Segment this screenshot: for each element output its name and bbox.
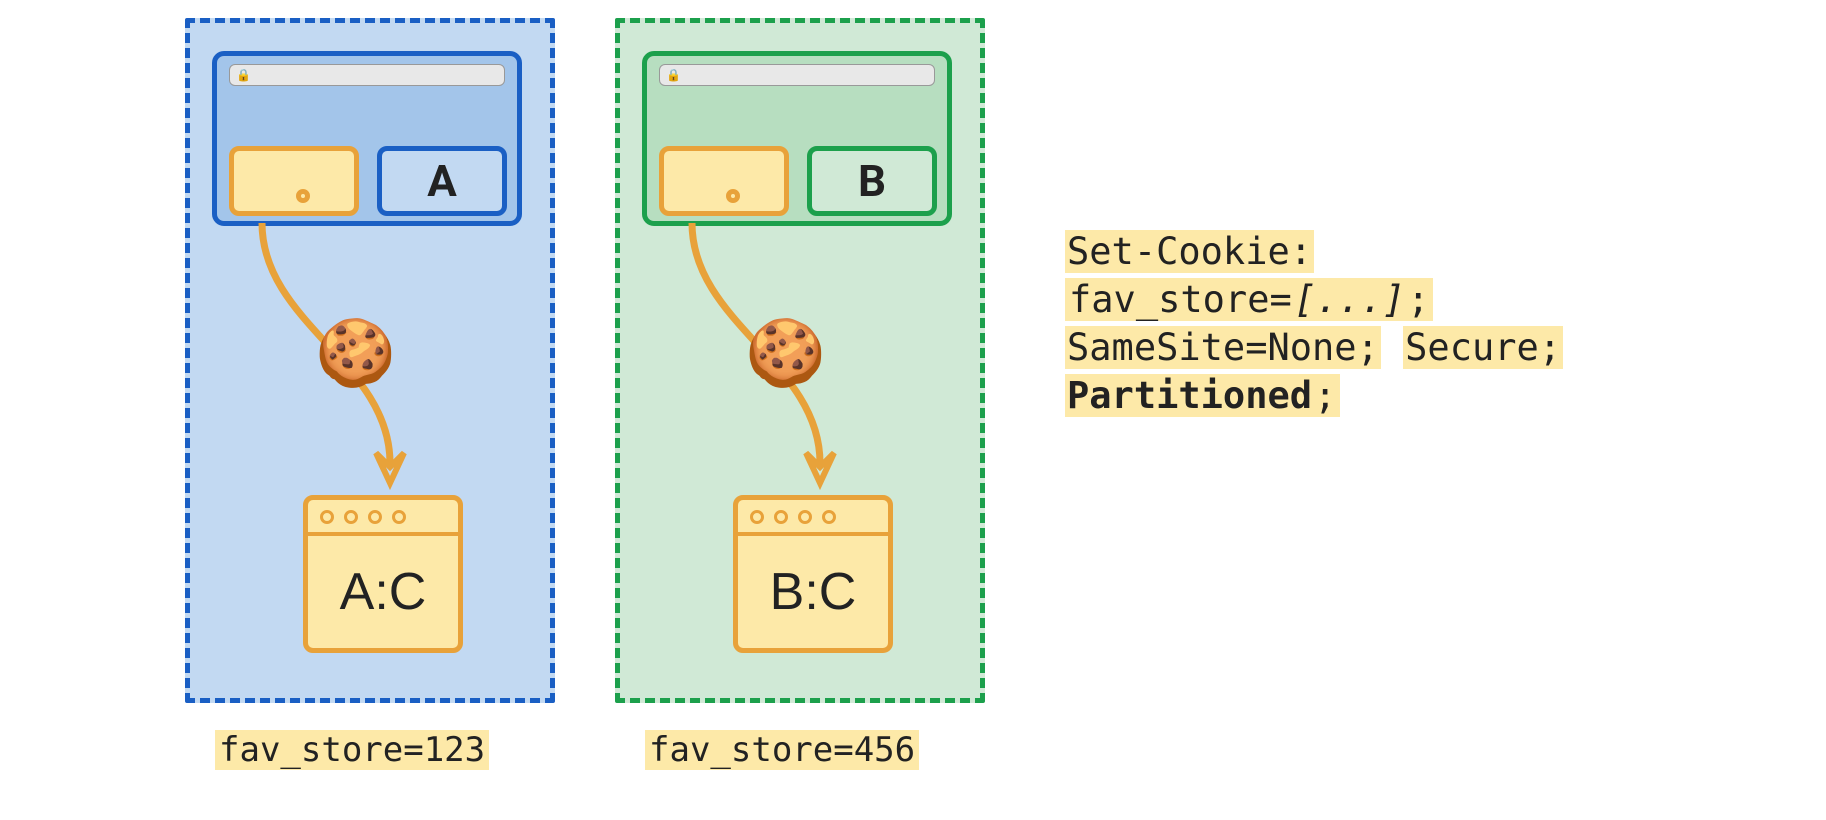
lock-icon: 🔒 (666, 68, 681, 82)
address-bar-a: 🔒 (229, 64, 505, 86)
cookie-icon: 🍪 (745, 321, 826, 386)
partition-a: 🔒 A 🍪 A:C (185, 18, 555, 703)
lock-icon: 🔒 (236, 68, 251, 82)
cookie-jar-b: B:C (733, 495, 893, 653)
partition-b: 🔒 B 🍪 B:C (615, 18, 985, 703)
embed-iframe-b (659, 146, 789, 216)
browser-window-a: 🔒 A (212, 51, 522, 226)
address-bar-b: 🔒 (659, 64, 935, 86)
cookie-icon: 🍪 (315, 321, 396, 386)
code-semicolon: ; (1405, 278, 1431, 321)
jar-dots (308, 500, 458, 524)
code-semicolon-2: ; (1312, 374, 1338, 417)
jar-label-b: B:C (738, 536, 888, 648)
code-partitioned: Partitioned (1067, 374, 1312, 417)
jar-dots (738, 500, 888, 524)
arrow-origin-node-b (726, 189, 740, 203)
code-line-1: Set-Cookie: (1065, 230, 1314, 273)
code-cookie-name: fav_store= (1067, 278, 1294, 321)
code-secure: Secure; (1403, 326, 1563, 369)
code-placeholder: [...] (1294, 278, 1405, 321)
caption-a: fav_store=123 (215, 730, 489, 770)
site-letter-b: B (807, 146, 937, 216)
code-samesite: SameSite=None; (1065, 326, 1381, 369)
arrow-origin-node-a (296, 189, 310, 203)
caption-b: fav_store=456 (645, 730, 919, 770)
set-cookie-code: Set-Cookie: fav_store=[...]; SameSite=No… (1065, 228, 1563, 420)
jar-label-a: A:C (308, 536, 458, 648)
embed-iframe-a (229, 146, 359, 216)
cookie-jar-a: A:C (303, 495, 463, 653)
site-letter-a: A (377, 146, 507, 216)
browser-window-b: 🔒 B (642, 51, 952, 226)
